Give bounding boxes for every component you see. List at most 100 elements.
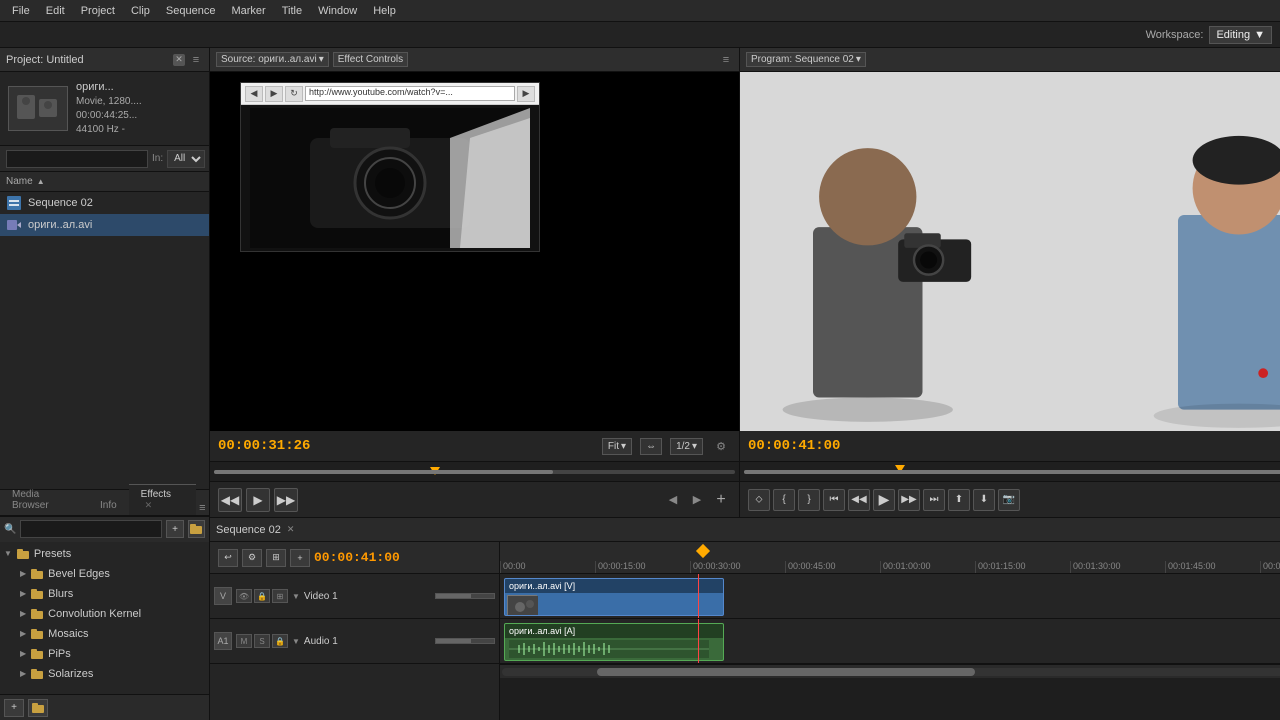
video-track-label: V 👁 🔒 ⊞ ▼ Video 1 bbox=[210, 574, 499, 619]
effects-folder-button[interactable] bbox=[188, 520, 205, 538]
source-camera-image bbox=[250, 108, 530, 248]
fx-category-blurs[interactable]: ▶ Blurs bbox=[0, 584, 209, 604]
fx-category-bevel[interactable]: ▶ Bevel Edges bbox=[0, 564, 209, 584]
program-camera-button[interactable]: 📷 bbox=[998, 489, 1020, 511]
video-track-volume-bar[interactable] bbox=[435, 593, 495, 599]
video-track-expand-icon[interactable]: ▼ bbox=[292, 592, 300, 601]
source-quality-dropdown[interactable]: 1/2 ▾ bbox=[670, 438, 703, 455]
timeline-snap-button[interactable]: ⊞ bbox=[266, 549, 286, 567]
audio-track-mute-button[interactable]: M bbox=[236, 634, 252, 648]
source-extra-right-button[interactable]: ▶ bbox=[687, 490, 707, 510]
project-file-list: Sequence 02 ориги..ал.avi bbox=[0, 192, 209, 340]
program-mark-in-button[interactable]: ⬦ bbox=[748, 489, 770, 511]
audio-track-lock-button[interactable]: 🔒 bbox=[272, 634, 288, 648]
program-lift-button[interactable]: ⬆ bbox=[948, 489, 970, 511]
menu-help[interactable]: Help bbox=[365, 3, 404, 19]
workspace-dropdown[interactable]: Editing ▼ bbox=[1209, 26, 1272, 44]
tab-media-browser[interactable]: Media Browser bbox=[0, 484, 88, 515]
audio-clip-block[interactable]: ориги..ал.avi [A] bbox=[504, 623, 724, 661]
tab-effects[interactable]: Effects ✕ bbox=[129, 484, 196, 515]
fx-category-solarizes[interactable]: ▶ Solarizes bbox=[0, 664, 209, 684]
pips-expand-icon: ▶ bbox=[20, 649, 26, 658]
program-mark-clip-button[interactable]: } bbox=[798, 489, 820, 511]
fx-category-pips[interactable]: ▶ PiPs bbox=[0, 644, 209, 664]
timeline-horizontal-scrollbar[interactable] bbox=[500, 664, 1280, 678]
list-item[interactable]: ориги..ал.avi bbox=[0, 214, 209, 236]
video-track-enable-button[interactable]: 👁 bbox=[236, 589, 252, 603]
program-mark-out-button[interactable]: { bbox=[773, 489, 795, 511]
source-play-button[interactable]: ▶ bbox=[246, 488, 270, 512]
program-scrubber-track[interactable] bbox=[744, 470, 1280, 474]
fx-category-presets[interactable]: ▼ Presets bbox=[0, 544, 209, 564]
source-monitor-menu-button[interactable]: ≡ bbox=[719, 53, 733, 67]
effects-search-input[interactable] bbox=[20, 520, 162, 538]
audio-track-volume-bar[interactable] bbox=[435, 638, 495, 644]
source-tab-arrow-icon: ▾ bbox=[319, 54, 324, 65]
browser-back-button[interactable]: ◀ bbox=[245, 86, 263, 102]
mosaics-folder-icon bbox=[30, 628, 44, 640]
menu-title[interactable]: Title bbox=[274, 3, 310, 19]
list-item[interactable]: Sequence 02 bbox=[0, 192, 209, 214]
program-goto-in-button[interactable]: ⏮ bbox=[823, 489, 845, 511]
tab-info[interactable]: Info bbox=[88, 495, 129, 515]
source-extra-left-button[interactable]: ◀ bbox=[663, 490, 683, 510]
project-panel-menu-button[interactable]: ≡ bbox=[189, 53, 203, 67]
video-track-collapse-button[interactable]: ⊞ bbox=[272, 589, 288, 603]
workspace-bar: Workspace: Editing ▼ bbox=[0, 22, 1280, 48]
menu-project[interactable]: Project bbox=[73, 3, 123, 19]
program-goto-out-button[interactable]: ⏭ bbox=[923, 489, 945, 511]
source-tab-dropdown[interactable]: Source: ориги..ал.avi ▾ bbox=[216, 52, 329, 67]
fx-category-mosaics[interactable]: ▶ Mosaics bbox=[0, 624, 209, 644]
browser-fwd-button[interactable]: ▶ bbox=[265, 86, 283, 102]
effect-controls-tab[interactable]: Effect Controls bbox=[333, 52, 408, 67]
menu-sequence[interactable]: Sequence bbox=[158, 3, 224, 19]
source-fit-dropdown[interactable]: Fit ▾ bbox=[602, 438, 632, 455]
video-clip-block[interactable]: ориги..ал.avi [V] bbox=[504, 578, 724, 616]
menu-edit[interactable]: Edit bbox=[38, 3, 73, 19]
browser-refresh-button[interactable]: ↻ bbox=[285, 86, 303, 102]
video-track-lock-button[interactable]: 🔒 bbox=[254, 589, 270, 603]
program-step-fwd-button[interactable]: ▶▶ bbox=[898, 489, 920, 511]
audio-track-expand-icon[interactable]: ▼ bbox=[292, 637, 300, 646]
effects-new-button[interactable]: + bbox=[166, 520, 183, 538]
effects-tab-close-icon[interactable]: ✕ bbox=[145, 500, 153, 510]
browser-go-button[interactable]: ▶ bbox=[517, 86, 535, 102]
effects-panel-menu-button[interactable]: ≡ bbox=[196, 501, 209, 515]
source-add-button[interactable]: + bbox=[711, 490, 731, 510]
source-step-back-button[interactable]: ◀◀ bbox=[218, 488, 242, 512]
menu-clip[interactable]: Clip bbox=[123, 3, 158, 19]
fx-category-convolution[interactable]: ▶ Convolution Kernel bbox=[0, 604, 209, 624]
in-select[interactable]: All bbox=[167, 150, 205, 168]
timeline-scroll-track[interactable] bbox=[502, 668, 1280, 676]
menu-window[interactable]: Window bbox=[310, 3, 365, 19]
audio-track-solo-button[interactable]: S bbox=[254, 634, 270, 648]
program-play-button[interactable]: ▶ bbox=[873, 489, 895, 511]
timeline-scroll-thumb[interactable] bbox=[597, 668, 975, 676]
timeline-tab-close-icon[interactable]: ✕ bbox=[287, 524, 295, 535]
ruler-mark-8: 00:02:00:00 bbox=[1260, 561, 1280, 573]
source-step-fwd-button[interactable]: ▶▶ bbox=[274, 488, 298, 512]
video-clip-label: ориги..ал.avi [V] bbox=[505, 579, 723, 593]
video-playhead-line bbox=[698, 574, 699, 618]
project-search-input[interactable] bbox=[6, 150, 148, 168]
project-thumbnail bbox=[8, 86, 68, 131]
timeline-settings-button[interactable]: ⚙ bbox=[242, 549, 262, 567]
timeline-undo-button[interactable]: ↩ bbox=[218, 549, 238, 567]
program-step-back-button[interactable]: ◀◀ bbox=[848, 489, 870, 511]
in-label: In: bbox=[152, 153, 163, 164]
program-monitor-dropdown[interactable]: Program: Sequence 02 ▾ bbox=[746, 52, 866, 67]
source-scrubber[interactable] bbox=[210, 461, 739, 481]
timeline-add-button[interactable]: + bbox=[290, 549, 310, 567]
program-extract-button[interactable]: ⬇ bbox=[973, 489, 995, 511]
timeline-ruler[interactable]: 00:00 00:00:15:00 00:00:30:00 00:00:45:0… bbox=[500, 542, 1280, 574]
effects-folder-open-button[interactable] bbox=[28, 699, 48, 717]
menu-marker[interactable]: Marker bbox=[223, 3, 273, 19]
program-scrubber[interactable] bbox=[740, 461, 1280, 481]
source-scrubber-track[interactable] bbox=[214, 470, 735, 474]
source-settings-button[interactable]: ⚙ bbox=[711, 436, 731, 456]
browser-url-bar[interactable]: http://www.youtube.com/watch?v=... bbox=[305, 86, 515, 101]
source-resize-button[interactable]: ⇔ bbox=[640, 438, 662, 455]
project-panel-close-button[interactable]: ✕ bbox=[173, 54, 185, 66]
effects-new-bin-button[interactable]: + bbox=[4, 699, 24, 717]
menu-file[interactable]: File bbox=[4, 3, 38, 19]
